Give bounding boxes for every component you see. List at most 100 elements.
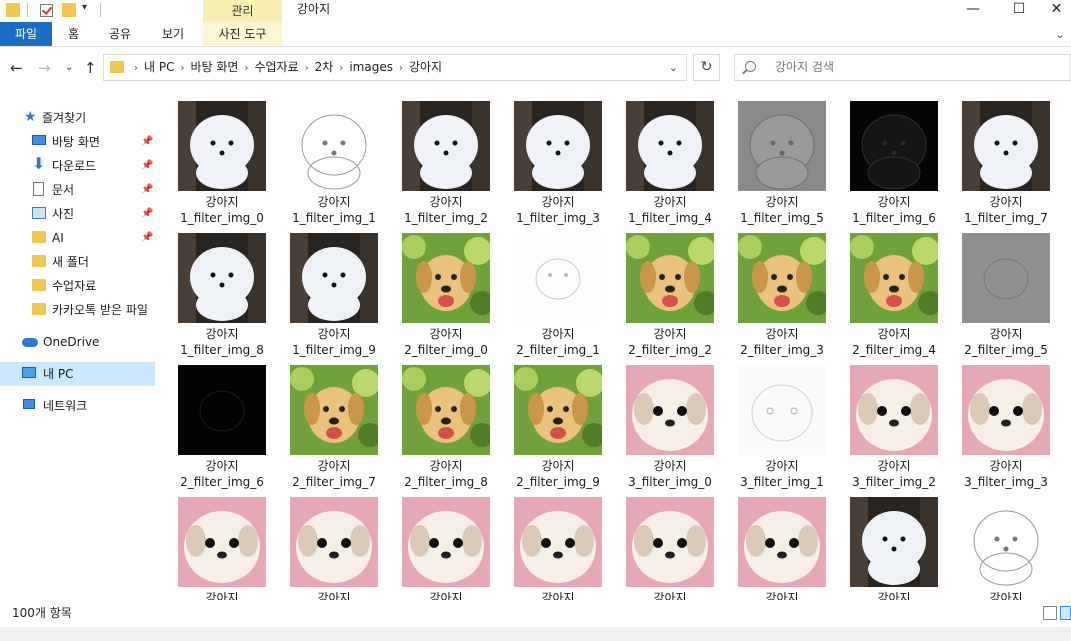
image-thumbnail [402,365,490,455]
file-name-prefix: 강아지 [765,195,799,209]
file-tile[interactable]: 강아지 [278,488,390,600]
status-bar: 100개 항목 [0,600,1071,627]
breadcrumb-item[interactable]: 내 PC [144,60,174,74]
file-tile[interactable]: 강아지 2_filter_img_9 [502,356,614,489]
file-grid: 강아지 1_filter_img_0 강아지 1_filter_img_1 강아지 1… [166,92,1066,600]
properties-icon[interactable] [40,4,53,17]
file-tile[interactable]: 강아지 1_filter_img_2 [390,92,502,225]
nav-item-pictures[interactable]: 사진 📌 [0,202,155,226]
pin-icon[interactable]: 📌 [141,180,153,200]
file-name-prefix: 강아지 [205,459,239,473]
folder-icon [32,255,46,267]
file-tile[interactable]: 강아지 1_filter_img_0 [166,92,278,225]
tab-share[interactable]: 공유 [109,22,131,46]
file-tile[interactable]: 강아지 [838,488,950,600]
pin-icon[interactable]: 📌 [141,204,153,224]
details-view-icon[interactable] [1043,606,1057,620]
file-tile[interactable]: 강아지 [390,488,502,600]
breadcrumb-item[interactable]: 2차 [315,60,334,74]
pin-icon[interactable]: 📌 [141,228,153,248]
file-tile[interactable]: 강아지 3_filter_img_0 [614,356,726,489]
address-bar[interactable]: › 내 PC › 바탕 화면 › 수업자료 › 2차 › images › 강아지 ⌄ [103,54,687,81]
file-tile[interactable]: 강아지 [950,488,1062,600]
breadcrumb-item[interactable]: images [349,60,393,74]
minimize-button[interactable]: — [950,0,996,18]
file-tile[interactable]: 강아지 1_filter_img_1 [278,92,390,225]
tab-view[interactable]: 보기 [162,22,184,46]
download-arrow-icon: ⬇ [32,154,46,173]
file-tile[interactable]: 강아지 2_filter_img_6 [166,356,278,489]
file-tile[interactable]: 강아지 1_filter_img_8 [166,224,278,357]
file-tile[interactable]: 강아지 3_filter_img_1 [726,356,838,489]
image-thumbnail [738,365,826,455]
nav-onedrive[interactable]: OneDrive [0,330,155,354]
file-tile[interactable]: 강아지 [502,488,614,600]
pin-icon[interactable]: 📌 [141,156,153,176]
file-name-prefix: 강아지 [653,327,687,341]
nav-item-new-folder[interactable]: 새 폴더 [0,250,155,274]
up-arrow-icon[interactable]: ↑ [84,58,97,78]
breadcrumb-item[interactable]: 바탕 화면 [190,60,238,74]
nav-item-ai[interactable]: AI 📌 [0,226,155,250]
chevron-right-icon[interactable]: › [244,63,248,74]
file-tile[interactable]: 강아지 2_filter_img_8 [390,356,502,489]
nav-this-pc[interactable]: 내 PC [0,362,155,386]
nav-item-downloads[interactable]: ⬇ 다운로드 📌 [0,154,155,178]
close-button[interactable]: ✕ [1042,0,1071,18]
item-count: 100개 항목 [12,606,72,620]
file-tile[interactable]: 강아지 3_filter_img_2 [838,356,950,489]
file-tile[interactable]: 강아지 1_filter_img_5 [726,92,838,225]
tab-picture-tools[interactable]: 사진 도구 [203,22,282,46]
maximize-button[interactable]: ☐ [996,0,1042,18]
file-tile[interactable]: 강아지 2_filter_img_2 [614,224,726,357]
file-tile[interactable]: 강아지 3_filter_img_3 [950,356,1062,489]
new-folder-icon[interactable] [62,3,76,17]
file-tile[interactable]: 강아지 2_filter_img_3 [726,224,838,357]
address-dropdown-chevron-icon[interactable]: ⌄ [669,55,678,80]
file-tile[interactable]: 강아지 2_filter_img_0 [390,224,502,357]
file-tile[interactable]: 강아지 1_filter_img_3 [502,92,614,225]
breadcrumb-item[interactable]: 강아지 [409,60,442,74]
chevron-right-icon[interactable]: › [180,63,184,74]
file-name-prefix: 강아지 [541,195,575,209]
customize-toolbar-chevron-icon[interactable]: ▾ [82,2,87,16]
image-thumbnail [514,497,602,587]
tab-home[interactable]: 홈 [68,22,79,46]
file-tile[interactable]: 강아지 1_filter_img_4 [614,92,726,225]
nav-network[interactable]: 네트워크 [0,394,155,418]
chevron-right-icon: › [134,63,138,74]
file-tile[interactable]: 강아지 2_filter_img_7 [278,356,390,489]
chevron-right-icon[interactable]: › [399,63,403,74]
file-tile[interactable]: 강아지 2_filter_img_1 [502,224,614,357]
file-tile[interactable]: 강아지 [166,488,278,600]
image-thumbnail [514,365,602,455]
chevron-right-icon[interactable]: › [305,63,309,74]
image-thumbnail [962,497,1050,587]
file-tile[interactable]: 강아지 2_filter_img_5 [950,224,1062,357]
file-tile[interactable]: 강아지 [614,488,726,600]
expand-ribbon-chevron-icon[interactable]: ⌄ [1055,22,1065,46]
context-tab-manage[interactable]: 관리 [203,0,282,22]
back-arrow-icon[interactable]: ← [10,58,23,78]
nav-item-kakaotalk-files[interactable]: 카카오톡 받은 파일 [0,298,155,322]
search-input[interactable]: 강아지 검색 [734,54,1071,81]
large-icons-view-icon[interactable] [1060,606,1071,620]
nav-item-documents[interactable]: 문서 📌 [0,178,155,202]
file-tile[interactable]: 강아지 1_filter_img_6 [838,92,950,225]
image-thumbnail [738,497,826,587]
file-tile[interactable]: 강아지 1_filter_img_7 [950,92,1062,225]
pin-icon[interactable]: 📌 [141,132,153,152]
tab-file[interactable]: 파일 [0,22,52,46]
nav-item-class-materials[interactable]: 수업자료 [0,274,155,298]
file-tile[interactable]: 강아지 [726,488,838,600]
refresh-icon[interactable]: ↻ [693,54,720,81]
chevron-right-icon[interactable]: › [339,63,343,74]
nav-quick-access[interactable]: ★ 즐겨찾기 [0,106,155,130]
forward-arrow-icon[interactable]: → [38,58,51,78]
folder-icon[interactable] [6,3,20,17]
file-tile[interactable]: 강아지 1_filter_img_9 [278,224,390,357]
nav-item-desktop[interactable]: 바탕 화면 📌 [0,130,155,154]
file-tile[interactable]: 강아지 2_filter_img_4 [838,224,950,357]
breadcrumb-item[interactable]: 수업자료 [254,60,298,74]
recent-locations-chevron-icon[interactable]: ⌄ [65,58,73,78]
